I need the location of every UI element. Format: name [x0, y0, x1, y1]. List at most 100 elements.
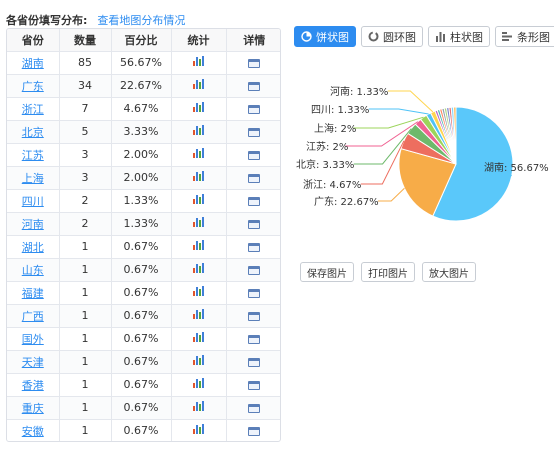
stats-cell[interactable]: [171, 166, 227, 190]
stats-cell[interactable]: [171, 235, 227, 259]
detail-icon[interactable]: [248, 150, 261, 160]
stats-cell[interactable]: [171, 396, 227, 420]
stats-cell[interactable]: [171, 419, 227, 441]
detail-cell[interactable]: [226, 373, 280, 397]
detail-cell[interactable]: [226, 212, 280, 236]
stats-cell[interactable]: [171, 51, 227, 75]
province-cell[interactable]: 浙江: [7, 97, 60, 121]
detail-icon[interactable]: [248, 104, 261, 114]
detail-icon[interactable]: [248, 265, 261, 275]
bar-chart-icon[interactable]: [193, 79, 204, 89]
province-link[interactable]: 天津: [22, 356, 44, 369]
detail-cell[interactable]: [226, 281, 280, 305]
tab-bar-chart[interactable]: 柱状图: [428, 26, 490, 47]
province-cell[interactable]: 山东: [7, 258, 60, 282]
detail-cell[interactable]: [226, 350, 280, 374]
bar-chart-icon[interactable]: [193, 56, 204, 66]
province-cell[interactable]: 湖北: [7, 235, 60, 259]
stats-cell[interactable]: [171, 281, 227, 305]
province-cell[interactable]: 重庆: [7, 396, 60, 420]
tab-ring-chart[interactable]: 圆环图: [361, 26, 423, 47]
province-link[interactable]: 北京: [22, 126, 44, 139]
province-link[interactable]: 湖南: [22, 57, 44, 70]
bar-chart-icon[interactable]: [193, 217, 204, 227]
province-cell[interactable]: 北京: [7, 120, 60, 144]
province-link[interactable]: 山东: [22, 264, 44, 277]
detail-cell[interactable]: [226, 396, 280, 420]
province-link[interactable]: 浙江: [22, 103, 44, 116]
detail-icon[interactable]: [248, 81, 261, 91]
province-link[interactable]: 国外: [22, 333, 44, 346]
detail-cell[interactable]: [226, 97, 280, 121]
province-link[interactable]: 福建: [22, 287, 44, 300]
detail-cell[interactable]: [226, 189, 280, 213]
stats-cell[interactable]: [171, 120, 227, 144]
detail-icon[interactable]: [248, 311, 261, 321]
province-link[interactable]: 安徽: [22, 425, 44, 438]
stats-cell[interactable]: [171, 327, 227, 351]
stats-cell[interactable]: [171, 258, 227, 282]
bar-chart-icon[interactable]: [193, 240, 204, 250]
detail-cell[interactable]: [226, 304, 280, 328]
bar-chart-icon[interactable]: [193, 378, 204, 388]
stats-cell[interactable]: [171, 304, 227, 328]
province-link[interactable]: 上海: [22, 172, 44, 185]
bar-chart-icon[interactable]: [193, 401, 204, 411]
province-link[interactable]: 湖北: [22, 241, 44, 254]
tab-pie-chart[interactable]: 饼状图: [294, 26, 356, 47]
detail-icon[interactable]: [248, 357, 261, 367]
stats-cell[interactable]: [171, 143, 227, 167]
detail-cell[interactable]: [226, 327, 280, 351]
bar-chart-icon[interactable]: [193, 148, 204, 158]
bar-chart-icon[interactable]: [193, 355, 204, 365]
province-cell[interactable]: 天津: [7, 350, 60, 374]
view-map-link[interactable]: 查看地图分布情况: [97, 12, 185, 28]
province-cell[interactable]: 香港: [7, 373, 60, 397]
detail-icon[interactable]: [248, 219, 261, 229]
province-cell[interactable]: 广西: [7, 304, 60, 328]
detail-cell[interactable]: [226, 74, 280, 98]
bar-chart-icon[interactable]: [193, 424, 204, 434]
detail-cell[interactable]: [226, 51, 280, 75]
stats-cell[interactable]: [171, 350, 227, 374]
detail-cell[interactable]: [226, 235, 280, 259]
print-image-button[interactable]: 打印图片: [361, 262, 415, 282]
detail-cell[interactable]: [226, 143, 280, 167]
bar-chart-icon[interactable]: [193, 286, 204, 296]
province-cell[interactable]: 河南: [7, 212, 60, 236]
province-link[interactable]: 广西: [22, 310, 44, 323]
stats-cell[interactable]: [171, 189, 227, 213]
detail-icon[interactable]: [248, 334, 261, 344]
save-image-button[interactable]: 保存图片: [300, 262, 354, 282]
province-cell[interactable]: 安徽: [7, 419, 60, 441]
detail-cell[interactable]: [226, 166, 280, 190]
province-link[interactable]: 四川: [22, 195, 44, 208]
detail-icon[interactable]: [248, 403, 261, 413]
detail-icon[interactable]: [248, 380, 261, 390]
province-cell[interactable]: 四川: [7, 189, 60, 213]
province-cell[interactable]: 广东: [7, 74, 60, 98]
province-link[interactable]: 河南: [22, 218, 44, 231]
detail-icon[interactable]: [248, 426, 261, 436]
bar-chart-icon[interactable]: [193, 309, 204, 319]
detail-icon[interactable]: [248, 173, 261, 183]
bar-chart-icon[interactable]: [193, 194, 204, 204]
detail-cell[interactable]: [226, 120, 280, 144]
stats-cell[interactable]: [171, 212, 227, 236]
detail-icon[interactable]: [248, 196, 261, 206]
bar-chart-icon[interactable]: [193, 102, 204, 112]
province-cell[interactable]: 上海: [7, 166, 60, 190]
province-link[interactable]: 广东: [22, 80, 44, 93]
stats-cell[interactable]: [171, 74, 227, 98]
stats-cell[interactable]: [171, 373, 227, 397]
bar-chart-icon[interactable]: [193, 171, 204, 181]
bar-chart-icon[interactable]: [193, 125, 204, 135]
tab-hbar-chart[interactable]: 条形图: [495, 26, 554, 47]
province-cell[interactable]: 国外: [7, 327, 60, 351]
detail-icon[interactable]: [248, 58, 261, 68]
province-cell[interactable]: 江苏: [7, 143, 60, 167]
province-cell[interactable]: 湖南: [7, 51, 60, 75]
detail-icon[interactable]: [248, 288, 261, 298]
stats-cell[interactable]: [171, 97, 227, 121]
detail-cell[interactable]: [226, 258, 280, 282]
